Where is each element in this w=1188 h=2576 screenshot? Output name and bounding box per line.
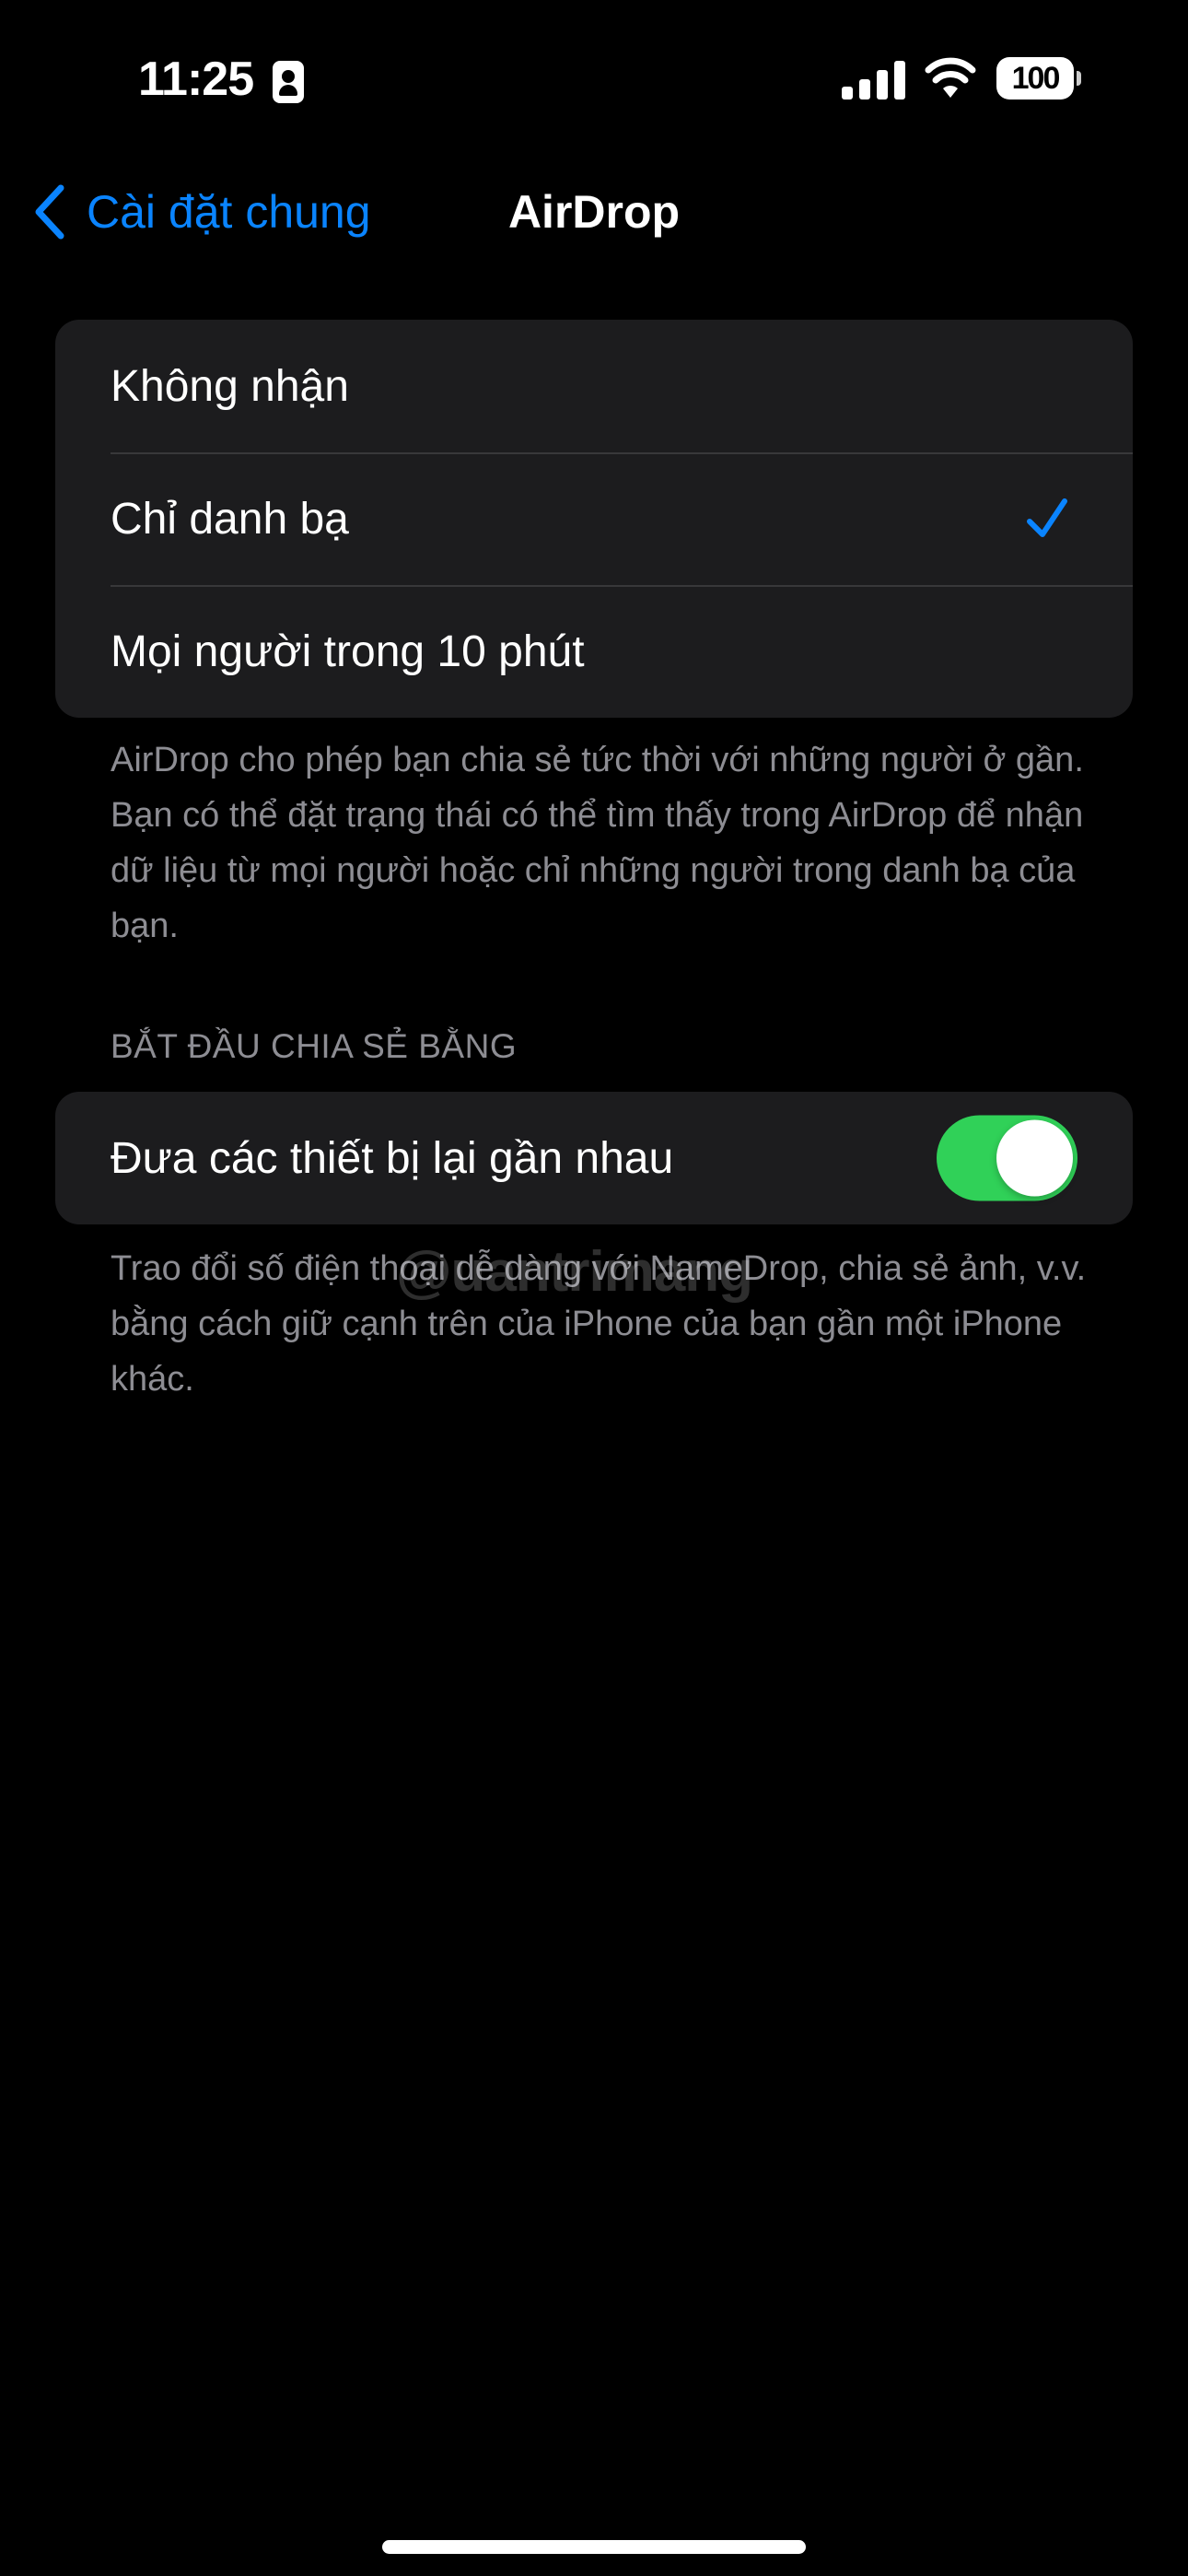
person-focus-icon — [273, 61, 304, 103]
chevron-left-icon — [35, 184, 64, 240]
back-button[interactable]: Cài đặt chung — [33, 175, 371, 249]
section-header-start-sharing: BẮT ĐẦU CHIA SẺ BẰNG — [111, 1027, 518, 1065]
start-sharing-footer: Trao đổi số điện thoại dễ dàng với NameD… — [111, 1249, 1087, 1399]
option-contacts-only[interactable]: Chỉ danh bạ — [55, 452, 1133, 585]
option-everyone-10-minutes[interactable]: Mọi người trong 10 phút — [55, 585, 1133, 718]
toggle-knob — [996, 1119, 1073, 1197]
receiving-footer: AirDrop cho phép bạn chia sẻ tức thời vớ… — [111, 741, 1084, 945]
navigation-bar: Cài đặt chung AirDrop — [0, 175, 1188, 249]
bring-devices-together-toggle[interactable] — [937, 1115, 1077, 1201]
toggle-label: Đưa các thiết bị lại gần nhau — [111, 1133, 674, 1183]
home-indicator[interactable] — [382, 2540, 806, 2554]
back-label: Cài đặt chung — [87, 186, 371, 238]
checkmark-icon — [1027, 498, 1067, 537]
receiving-options-group: Không nhận Chỉ danh bạ Mọi người trong 1… — [55, 320, 1133, 718]
option-receiving-off[interactable]: Không nhận — [55, 320, 1133, 452]
option-label: Chỉ danh bạ — [111, 494, 349, 544]
battery-icon: 100 — [996, 57, 1083, 101]
start-sharing-group: Đưa các thiết bị lại gần nhau — [55, 1092, 1133, 1224]
battery-level: 100 — [996, 57, 1074, 100]
bring-devices-together-row: Đưa các thiết bị lại gần nhau — [55, 1092, 1133, 1224]
status-time: 11:25 — [138, 53, 254, 106]
option-label: Mọi người trong 10 phút — [111, 626, 585, 676]
wifi-icon — [925, 57, 976, 98]
status-bar: 11:25 100 — [0, 0, 1188, 157]
option-label: Không nhận — [111, 361, 349, 411]
cellular-signal-icon — [842, 61, 906, 100]
